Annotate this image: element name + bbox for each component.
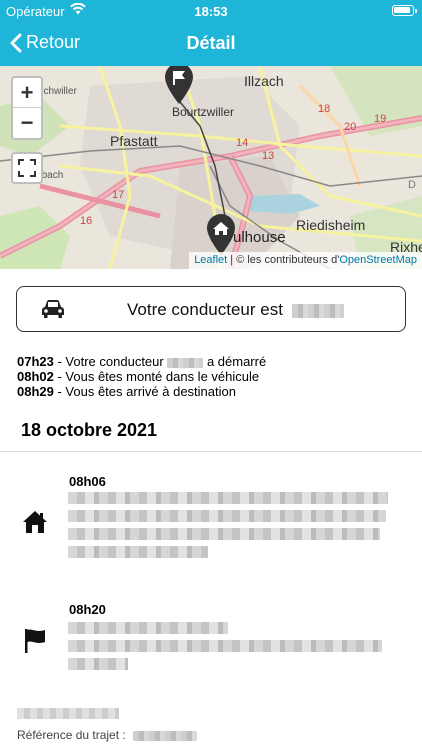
svg-text:Illzach: Illzach xyxy=(244,73,284,89)
zoom-out-button[interactable]: − xyxy=(13,108,41,138)
driver-card[interactable]: Votre conducteur est xyxy=(16,286,406,332)
svg-text:17: 17 xyxy=(112,189,124,201)
date-heading: 18 octobre 2021 xyxy=(21,420,158,440)
stop-time: 08h20 xyxy=(69,602,106,617)
navigation-header: Opérateur 18:53 Retour Détail xyxy=(0,0,422,66)
destination-flag-marker[interactable] xyxy=(162,66,196,105)
redacted-line xyxy=(68,546,208,558)
redacted-address xyxy=(68,622,382,676)
redacted-line xyxy=(68,640,382,652)
svg-text:Bourtzwiller: Bourtzwiller xyxy=(172,105,234,119)
trip-events: 07h23 - Votre conducteur a démarré 08h02… xyxy=(17,354,266,399)
redacted-line xyxy=(68,658,128,670)
event-item: 08h02 - Vous êtes monté dans le véhicule xyxy=(17,369,266,384)
trip-reference: Référence du trajet : xyxy=(17,728,198,742)
leaflet-link[interactable]: Leaflet xyxy=(194,254,227,266)
map-attribution: Leaflet | © les contributeurs d'OpenStre… xyxy=(189,252,422,269)
svg-text:19: 19 xyxy=(374,113,386,125)
svg-text:18: 18 xyxy=(318,103,330,115)
event-text: - Vous êtes monté dans le véhicule xyxy=(53,369,260,384)
status-time: 18:53 xyxy=(194,4,228,19)
stop-time: 08h06 xyxy=(69,474,106,489)
status-bar: Opérateur 18:53 xyxy=(0,0,422,22)
flag-icon xyxy=(25,629,45,653)
route-map[interactable]: Richwiller Bourtzwiller Illzach Pfastatt… xyxy=(0,66,422,269)
svg-text:20: 20 xyxy=(344,121,356,133)
event-text-after: a démarré xyxy=(203,354,267,369)
zoom-in-button[interactable]: + xyxy=(13,78,41,108)
svg-text:D: D xyxy=(408,179,416,191)
divider xyxy=(0,451,422,452)
osm-link[interactable]: OpenStreetMap xyxy=(339,254,417,266)
redacted-address xyxy=(68,492,388,564)
event-time: 08h29 xyxy=(17,384,54,399)
svg-text:13: 13 xyxy=(262,150,274,162)
event-text: - Votre conducteur xyxy=(53,354,168,369)
battery-icon xyxy=(392,5,417,16)
event-item: 07h23 - Votre conducteur a démarré xyxy=(17,354,266,369)
car-icon xyxy=(42,300,64,318)
svg-text:16: 16 xyxy=(80,215,92,227)
redacted-line xyxy=(68,510,386,522)
home-icon xyxy=(23,511,47,533)
fullscreen-icon xyxy=(18,159,36,177)
svg-text:ulhouse: ulhouse xyxy=(233,229,286,246)
event-time: 07h23 xyxy=(17,354,54,369)
svg-text:Pfastatt: Pfastatt xyxy=(110,133,158,149)
event-time: 08h02 xyxy=(17,369,54,384)
redacted-trip-reference xyxy=(133,730,198,741)
redacted-line xyxy=(68,492,388,504)
event-item: 08h29 - Vous êtes arrivé à destination xyxy=(17,384,266,399)
redacted-driver-name xyxy=(167,357,204,368)
attribution-text: | © les contributeurs d' xyxy=(227,254,340,266)
svg-text:14: 14 xyxy=(236,137,248,149)
redacted-line xyxy=(68,622,228,634)
chevron-left-icon xyxy=(10,33,22,52)
redacted-line xyxy=(68,528,380,540)
zoom-control: + − xyxy=(11,76,43,140)
redacted-driver-name xyxy=(291,303,344,318)
redacted-trip-info xyxy=(17,708,119,719)
driver-card-label: Votre conducteur est xyxy=(127,300,283,319)
back-button[interactable]: Retour xyxy=(10,32,80,53)
trip-reference-label: Référence du trajet : xyxy=(17,728,126,742)
back-label: Retour xyxy=(26,32,81,52)
origin-home-marker[interactable] xyxy=(204,212,238,256)
driver-card-label-wrap: Votre conducteur est xyxy=(127,300,344,320)
event-text: - Vous êtes arrivé à destination xyxy=(53,384,236,399)
fullscreen-button[interactable] xyxy=(11,152,43,184)
svg-text:Riedisheim: Riedisheim xyxy=(296,217,365,233)
